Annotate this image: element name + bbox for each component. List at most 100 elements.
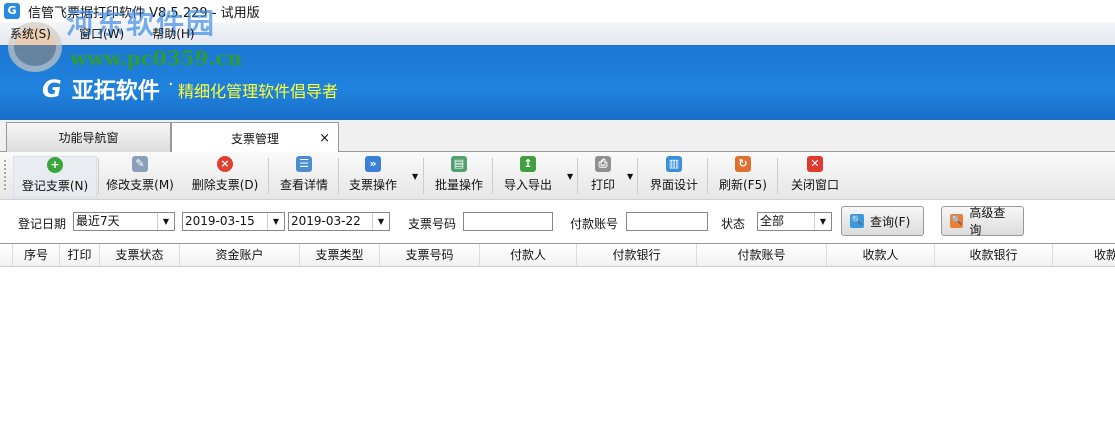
toolbar-button-label: 打印 [590,178,615,192]
column-header[interactable]: 付款银行 [577,244,697,266]
column-header[interactable]: 付款账号 [697,244,827,266]
toolbar-button-6[interactable]: ↥ 导入导出 [495,156,561,198]
toolbar-button-2[interactable]: × 删除支票(D) [183,156,267,198]
chevron-down-icon[interactable]: ▼ [372,213,389,230]
payer-account-input[interactable] [626,212,708,231]
cheque-no-input[interactable] [463,212,553,231]
dropdown-caret-icon[interactable]: ▼ [412,172,418,181]
toolbar-button-0[interactable]: + 登记支票(N) [13,156,97,198]
column-header[interactable]: 支票号码 [380,244,480,266]
filter-bar: 登记日期 最近7天 ▼ 2019-03-15 ▼ 2019-03-22 ▼ 支票号码 … [0,200,1115,243]
edit-icon: ✎ [132,156,148,172]
toolbar-button-label: 导入导出 [503,178,552,192]
toolbar-button-label: 删除支票(D) [191,178,259,192]
separator-dot: · [168,74,174,95]
tab-navigation[interactable]: 功能导航窗 [6,122,171,152]
double-chevron-icon: » [365,156,381,172]
brand-name: 亚拓软件 [71,79,160,104]
cheque-no-label: 支票号码 [408,217,457,231]
column-header[interactable]: 序号 [13,244,60,266]
plus-icon: + [47,157,63,173]
app-logo-icon: G [4,3,20,19]
toolbar-button-5[interactable]: ▤ 批量操作 [425,156,493,198]
date-range-select[interactable]: 最近7天 ▼ [73,212,175,231]
dropdown-caret-icon[interactable]: ▼ [567,172,573,181]
end-date-picker[interactable]: 2019-03-22 ▼ [288,212,390,231]
toolbar-separator [777,158,778,194]
delete-icon: × [217,156,233,172]
refresh-icon: ↻ [735,156,751,172]
tab-bar: 功能导航窗 支票管理 × [0,120,1115,153]
toolbar-button-9[interactable]: ↻ 刷新(F5) [710,156,776,198]
batch-icon: ▤ [451,156,467,172]
query-label: 查询(F) [870,214,911,229]
toolbar-button-1[interactable]: ✎ 修改支票(M) [100,156,180,198]
start-date-value: 2019-03-15 [185,214,255,228]
payer-account-label: 付款账号 [570,217,619,231]
search-icon: 🔍 [950,214,964,228]
toolbar-button-label: 登记支票(N) [21,179,89,193]
column-header[interactable]: 支票类型 [300,244,380,266]
column-header[interactable]: 收款人 [827,244,935,266]
details-icon: ☰ [296,156,312,172]
toolbar-button-label: 刷新(F5) [719,178,767,192]
toolbar-separator [423,158,424,194]
date-label: 登记日期 [18,217,67,231]
brand-logo: G 亚拓软件 [42,73,160,105]
advanced-query-label: 高级查询 [969,206,1006,237]
watermark-url: www.pc0359.cn [70,46,243,70]
tab-cheque-management[interactable]: 支票管理 × [171,122,339,153]
toolbar-button-7[interactable]: ⎙ 打印 [580,156,626,198]
chevron-down-icon[interactable]: ▼ [814,213,831,230]
toolbar-button-label: 查看详情 [279,178,328,192]
toolbar-separator [492,158,493,194]
status-value: 全部 [760,214,785,228]
date-range-value: 最近7天 [76,214,120,228]
toolbar-button-8[interactable]: ▥ 界面设计 [640,156,708,198]
menu-system[interactable]: 系统(S) [10,25,51,42]
tab-label: 支票管理 [230,131,279,146]
toolbar-separator [338,158,339,194]
table-body [0,267,1115,439]
brand-mark-icon: G [42,75,62,103]
column-header[interactable]: 支票状态 [100,244,180,266]
column-header[interactable]: 收款 [1053,244,1115,266]
toolbar-button-10[interactable]: ✕ 关闭窗口 [780,156,850,198]
import-export-icon: ↥ [520,156,536,172]
column-header[interactable]: 打印 [60,244,100,266]
toolbar-grip[interactable] [4,160,7,190]
end-date-value: 2019-03-22 [291,214,361,228]
advanced-query-button[interactable]: 🔍 高级查询 [941,206,1024,237]
menu-bar: 系统(S) 窗口(W) 帮助(H) [0,22,1115,45]
toolbar-separator [577,158,578,194]
layout-icon: ▥ [666,156,682,172]
menu-help[interactable]: 帮助(H) [152,25,194,42]
toolbar-separator [98,158,99,194]
close-window-icon: ✕ [807,156,823,172]
toolbar-separator [637,158,638,194]
brand-slogan: 精细化管理软件倡导者 [178,82,339,101]
toolbar: + 登记支票(N) ✎ 修改支票(M) × 删除支票(D) ☰ 查看详情 » 支票操作 ▼ ▤ 批量操作… [0,152,1115,200]
close-icon[interactable]: × [319,131,330,146]
start-date-picker[interactable]: 2019-03-15 ▼ [182,212,285,231]
toolbar-separator [268,158,269,194]
table-header: 序号打印支票状态资金账户支票类型支票号码付款人付款银行付款账号收款人收款银行收款 [0,243,1115,267]
chevron-down-icon[interactable]: ▼ [267,213,284,230]
column-header[interactable]: 资金账户 [180,244,300,266]
chevron-down-icon[interactable]: ▼ [157,213,174,230]
toolbar-button-4[interactable]: » 支票操作 [340,156,406,198]
toolbar-button-label: 修改支票(M) [106,178,174,192]
status-label: 状态 [721,217,746,231]
toolbar-separator [707,158,708,194]
status-select[interactable]: 全部 ▼ [757,212,832,231]
toolbar-button-label: 支票操作 [348,178,397,192]
tab-label: 功能导航窗 [58,131,119,145]
toolbar-button-label: 批量操作 [434,178,483,192]
menu-window[interactable]: 窗口(W) [79,25,124,42]
toolbar-button-3[interactable]: ☰ 查看详情 [270,156,338,198]
dropdown-caret-icon[interactable]: ▼ [627,172,633,181]
column-header[interactable]: 付款人 [480,244,577,266]
query-button[interactable]: 🔍 查询(F) [841,206,924,236]
column-header[interactable]: 收款银行 [935,244,1053,266]
toolbar-button-label: 关闭窗口 [790,178,839,192]
